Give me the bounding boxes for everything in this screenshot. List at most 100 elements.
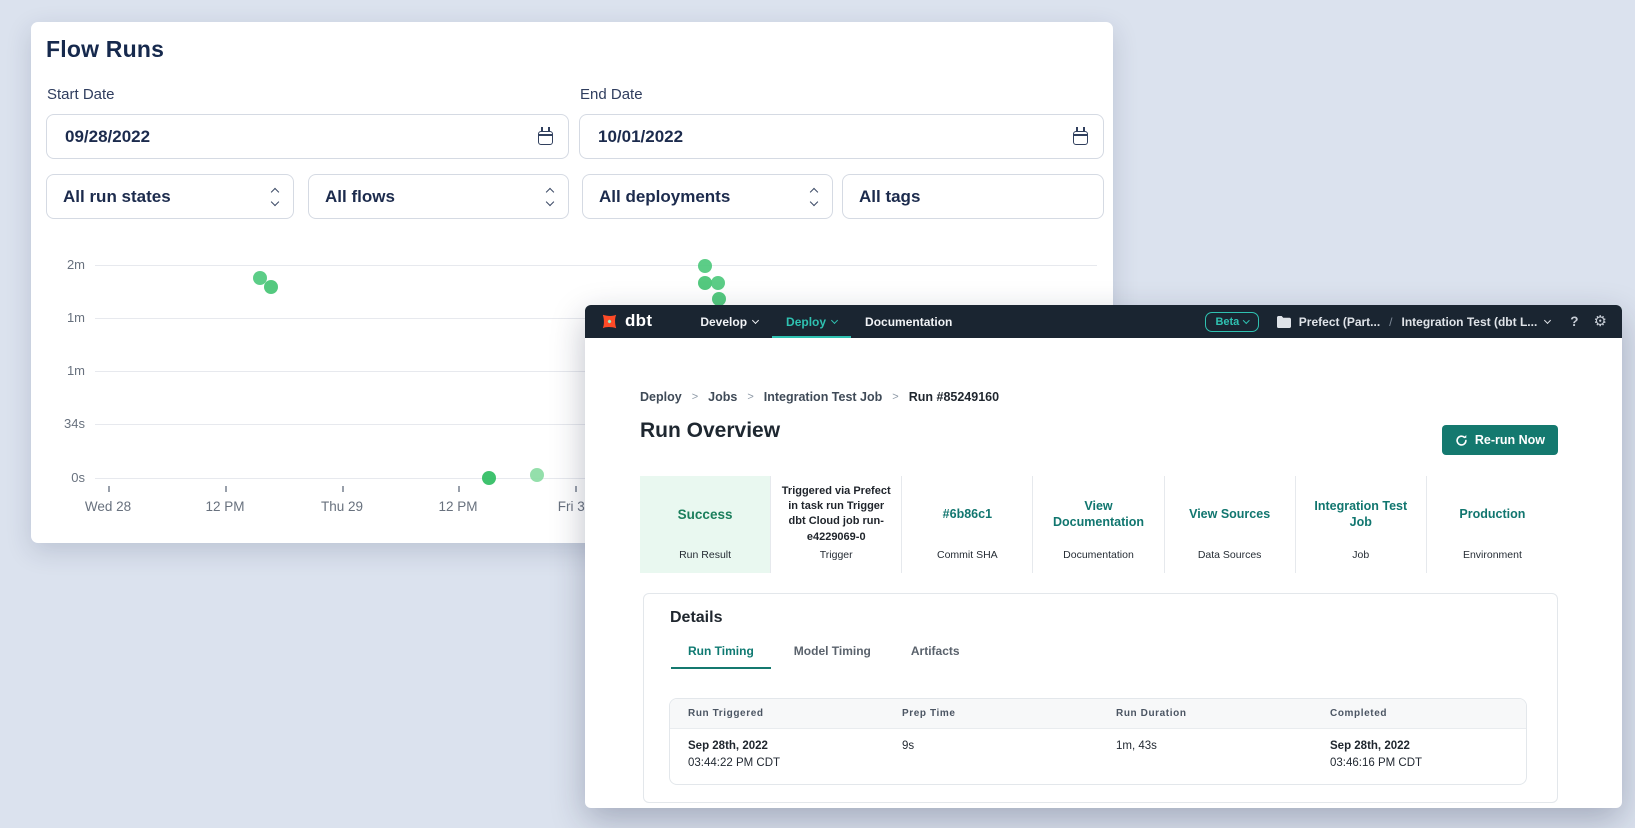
tab-artifacts[interactable]: Artifacts <box>894 644 977 669</box>
dbt-top-navbar: dbt Develop Deploy Documentation Beta Pref… <box>585 305 1622 338</box>
tab-run-timing[interactable]: Run Timing <box>671 644 771 669</box>
chevron-down-icon <box>1243 317 1249 323</box>
flow-run-point[interactable] <box>712 292 726 306</box>
summary-card-label: Documentation <box>1033 549 1163 561</box>
breadcrumb-item-deploy[interactable]: Deploy <box>640 390 682 404</box>
summary-card-value[interactable]: #6b86c1 <box>943 506 992 522</box>
table-header-run-duration: Run Duration <box>1098 699 1312 728</box>
summary-card-value[interactable]: Production <box>1459 506 1525 522</box>
summary-card-trigger: Triggered via Prefect in task run Trigge… <box>771 476 902 573</box>
x-axis-tick <box>575 486 577 492</box>
dbt-cloud-window: dbt Develop Deploy Documentation Beta Pref… <box>585 305 1622 808</box>
summary-card-job[interactable]: Integration Test Job Job <box>1296 476 1427 573</box>
summary-card-label: Job <box>1296 549 1426 561</box>
summary-card-environment[interactable]: Production Environment <box>1427 476 1558 573</box>
dbt-logo-text: dbt <box>625 311 652 331</box>
breadcrumb: Deploy > Jobs > Integration Test Job > Run #85… <box>640 390 999 404</box>
folder-icon <box>1277 316 1291 328</box>
x-axis-tick-label: Wed 28 <box>63 499 153 514</box>
table-cell-line: Sep 28th, 2022 <box>688 738 876 755</box>
summary-card-documentation[interactable]: View Documentation Documentation <box>1033 476 1164 573</box>
breadcrumb-item-run-85249160: Run #85249160 <box>909 390 999 404</box>
x-axis-tick-label: 12 PM <box>180 499 270 514</box>
flow-run-point[interactable] <box>530 468 544 482</box>
table-header-run-triggered: Run Triggered <box>670 699 884 728</box>
breadcrumb-separator: > <box>892 391 898 403</box>
summary-card-label: Commit SHA <box>902 549 1032 561</box>
x-axis-tick <box>342 486 344 492</box>
chevron-down-icon <box>831 316 838 323</box>
table-body: Sep 28th, 202203:44:22 PM CDT 9s 1m, 43s Se… <box>670 729 1526 784</box>
beta-label: Beta <box>1215 316 1239 328</box>
table-cell: 1m, 43s <box>1098 729 1312 784</box>
nav-item-label: Deploy <box>786 315 826 329</box>
rerun-now-button[interactable]: Re-run Now <box>1442 425 1558 455</box>
summary-card-value: Triggered via Prefect in task run Trigge… <box>781 484 891 545</box>
tab-model-timing[interactable]: Model Timing <box>777 644 888 669</box>
table-cell-line: Sep 28th, 2022 <box>1330 738 1518 755</box>
breadcrumb-item-integration-test-job[interactable]: Integration Test Job <box>764 390 883 404</box>
table-cell-line: 9s <box>902 738 1090 755</box>
run-overview-title: Run Overview <box>640 419 780 443</box>
y-axis-tick-label: 2m <box>31 257 85 272</box>
summary-card-value: Success <box>678 506 733 524</box>
flow-run-point[interactable] <box>698 259 712 273</box>
breadcrumb-separator: > <box>692 391 698 403</box>
desktop: { "prefect_window": { "title": "Flow Run… <box>0 0 1635 828</box>
rerun-now-label: Re-run Now <box>1475 433 1545 447</box>
run-summary-cards: Success Run Result Triggered via Prefect i… <box>640 476 1558 572</box>
run-timing-table: Run TriggeredPrep TimeRun DurationComple… <box>669 698 1527 785</box>
x-axis-tick <box>108 486 110 492</box>
dbt-logo-icon <box>596 308 623 335</box>
table-cell: Sep 28th, 202203:46:16 PM CDT <box>1312 729 1526 784</box>
x-axis-tick <box>458 486 460 492</box>
summary-card-label: Trigger <box>771 549 901 561</box>
project-crumb[interactable]: Prefect (Part... <box>1299 315 1380 329</box>
table-row: Sep 28th, 202203:44:22 PM CDT 9s 1m, 43s Se… <box>670 729 1526 784</box>
nav-item-label: Develop <box>700 315 747 329</box>
nav-item-documentation[interactable]: Documentation <box>851 305 966 338</box>
breadcrumb-item-jobs[interactable]: Jobs <box>708 390 737 404</box>
summary-card-label: Run Result <box>640 549 770 561</box>
table-cell-line: 1m, 43s <box>1116 738 1304 755</box>
details-tabs: Run TimingModel TimingArtifacts <box>671 644 983 669</box>
summary-card-data-sources[interactable]: View Sources Data Sources <box>1165 476 1296 573</box>
chart-gridline <box>95 265 1097 266</box>
details-panel: Details Run TimingModel TimingArtifacts … <box>643 593 1558 803</box>
beta-dropdown[interactable]: Beta <box>1205 312 1258 332</box>
help-icon[interactable]: ? <box>1570 314 1578 329</box>
dbt-logo[interactable]: dbt <box>600 312 652 331</box>
flow-run-point[interactable] <box>698 276 712 290</box>
x-axis-tick <box>225 486 227 492</box>
table-header-prep-time: Prep Time <box>884 699 1098 728</box>
summary-card-value[interactable]: View Documentation <box>1043 498 1153 531</box>
summary-card-run-result: Success Run Result <box>640 476 771 573</box>
environment-crumb[interactable]: Integration Test (dbt L... <box>1402 315 1538 329</box>
flow-run-point[interactable] <box>264 280 278 294</box>
chevron-down-icon[interactable] <box>1544 317 1551 324</box>
flow-run-point[interactable] <box>482 471 496 485</box>
gear-icon[interactable]: ⚙ <box>1594 314 1607 329</box>
y-axis-tick-label: 34s <box>31 416 85 431</box>
table-header-completed: Completed <box>1312 699 1526 728</box>
details-title: Details <box>670 609 722 627</box>
nav-item-deploy[interactable]: Deploy <box>772 305 851 338</box>
chevron-down-icon <box>752 316 759 323</box>
table-cell: Sep 28th, 202203:44:22 PM CDT <box>670 729 884 784</box>
flow-run-point[interactable] <box>711 276 725 290</box>
refresh-icon <box>1455 434 1468 447</box>
table-header-row: Run TriggeredPrep TimeRun DurationComple… <box>670 699 1526 729</box>
account-breadcrumb: Prefect (Part... / Integration Test (dbt… <box>1277 315 1551 329</box>
summary-card-commit-sha[interactable]: #6b86c1 Commit SHA <box>902 476 1033 573</box>
summary-card-label: Data Sources <box>1165 549 1295 561</box>
summary-card-label: Environment <box>1427 549 1558 561</box>
breadcrumb-separator: > <box>747 391 753 403</box>
x-axis-tick-label: Thu 29 <box>297 499 387 514</box>
dbt-nav-menu: Develop Deploy Documentation <box>686 305 966 338</box>
x-axis-tick-label: 12 PM <box>413 499 503 514</box>
nav-item-develop[interactable]: Develop <box>686 305 772 338</box>
summary-card-value[interactable]: Integration Test Job <box>1306 498 1416 531</box>
y-axis-tick-label: 1m <box>31 310 85 325</box>
summary-card-value[interactable]: View Sources <box>1189 506 1270 522</box>
table-cell: 9s <box>884 729 1098 784</box>
